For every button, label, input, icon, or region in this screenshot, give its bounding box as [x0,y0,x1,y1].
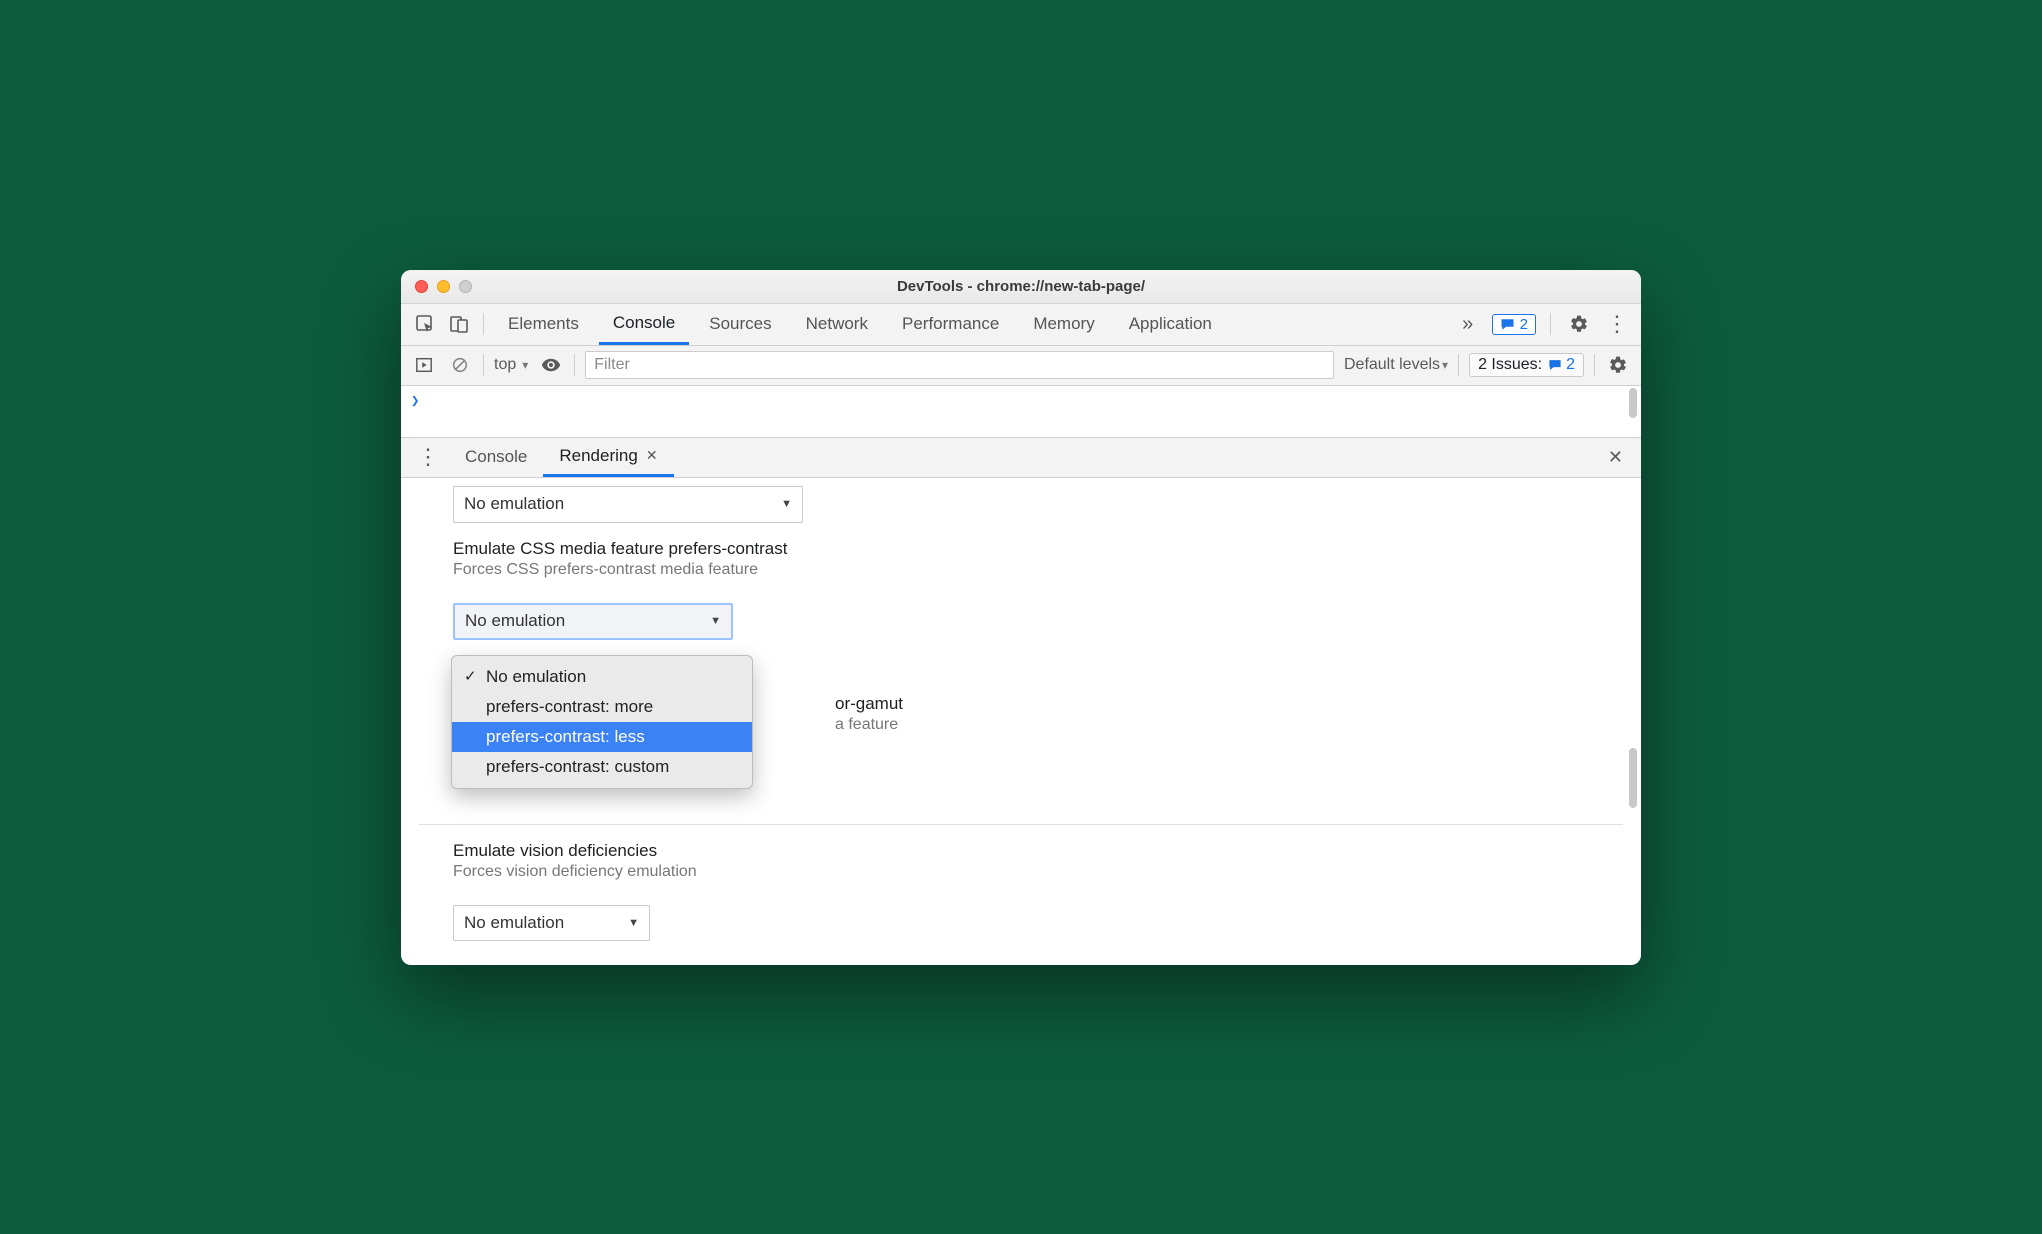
contrast-dropdown: No emulation prefers-contrast: more pref… [451,655,753,789]
zoom-window-button[interactable] [459,280,472,293]
caret-down-icon: ▼ [710,615,721,627]
section-divider [419,824,1623,825]
close-window-button[interactable] [415,280,428,293]
issues-chip: 2 [1548,356,1575,374]
devtools-window: DevTools - chrome://new-tab-page/ Elemen… [401,270,1641,965]
caret-down-icon: ▼ [781,498,792,510]
console-body[interactable]: ❯ [401,386,1641,438]
contrast-select[interactable]: No emulation ▼ [453,603,733,640]
vision-select[interactable]: No emulation ▼ [453,905,650,941]
tab-elements[interactable]: Elements [494,304,593,345]
select-value: No emulation [465,611,565,631]
context-selector[interactable]: top [494,356,528,374]
top-emulation-select[interactable]: No emulation ▼ [453,486,803,523]
caret-down-icon: ▼ [628,917,639,929]
dropdown-item-more[interactable]: prefers-contrast: more [452,692,752,722]
tab-console[interactable]: Console [599,304,689,345]
select-value: No emulation [464,494,564,514]
titlebar: DevTools - chrome://new-tab-page/ [401,270,1641,304]
console-settings-icon[interactable] [1605,352,1631,378]
close-tab-icon[interactable]: ✕ [646,447,658,464]
vision-desc: Forces vision deficiency emulation [453,863,1589,881]
live-expression-icon[interactable] [538,352,564,378]
tab-sources[interactable]: Sources [695,304,785,345]
clear-console-icon[interactable] [447,352,473,378]
drawer-tab-rendering[interactable]: Rendering ✕ [543,438,673,477]
drawer-tab-console[interactable]: Console [449,438,543,477]
drawer-tab-rendering-label: Rendering [559,446,637,466]
issues-badge-count: 2 [1520,316,1528,333]
tab-memory[interactable]: Memory [1019,304,1108,345]
tabs-overflow-button[interactable]: » [1454,310,1482,338]
scrollbar-thumb[interactable] [1629,388,1637,418]
main-tab-strip: Elements Console Sources Network Perform… [401,304,1641,346]
drawer-close-icon[interactable]: ✕ [1596,447,1635,468]
separator [1458,354,1459,376]
separator [483,313,484,335]
issues-summary[interactable]: 2 Issues: 2 [1469,353,1584,377]
traffic-lights [415,280,472,293]
console-toolbar: top Default levels 2 Issues: 2 [401,346,1641,386]
issues-chip-count: 2 [1566,356,1575,374]
tab-network[interactable]: Network [792,304,882,345]
tab-performance[interactable]: Performance [888,304,1013,345]
select-value: No emulation [464,913,564,933]
more-menu-icon[interactable]: ⋮ [1603,310,1631,338]
console-prompt-chevron-icon: ❯ [411,393,419,409]
rendering-panel: No emulation ▼ Emulate CSS media feature… [401,478,1641,965]
contrast-desc: Forces CSS prefers-contrast media featur… [453,561,1589,579]
minimize-window-button[interactable] [437,280,450,293]
dropdown-item-less[interactable]: prefers-contrast: less [452,722,752,752]
separator [1550,313,1551,335]
issues-badge[interactable]: 2 [1492,314,1536,335]
chat-icon [1548,358,1562,372]
dropdown-item-no-emulation[interactable]: No emulation [452,662,752,692]
separator [1594,354,1595,376]
log-levels-selector[interactable]: Default levels [1344,356,1448,374]
panel-scrollbar-thumb[interactable] [1629,748,1637,808]
gamut-title-peek: or-gamut [835,694,903,714]
tab-right-group: » 2 ⋮ [1454,310,1631,338]
dropdown-item-custom[interactable]: prefers-contrast: custom [452,752,752,782]
issues-label: 2 Issues: [1478,356,1542,374]
gamut-desc-peek: a feature [835,716,898,734]
drawer-menu-icon[interactable]: ⋮ [407,444,449,470]
vision-title: Emulate vision deficiencies [453,841,1589,861]
contrast-title: Emulate CSS media feature prefers-contra… [453,539,1589,559]
device-toolbar-icon[interactable] [445,310,473,338]
toggle-sidebar-icon[interactable] [411,352,437,378]
console-filter-input[interactable] [585,351,1334,379]
inspect-icon[interactable] [411,310,439,338]
separator [483,354,484,376]
tab-application[interactable]: Application [1115,304,1226,345]
chat-icon [1500,317,1515,332]
separator [574,354,575,376]
settings-icon[interactable] [1565,310,1593,338]
window-title: DevTools - chrome://new-tab-page/ [401,278,1641,295]
drawer-tab-strip: ⋮ Console Rendering ✕ ✕ [401,438,1641,478]
